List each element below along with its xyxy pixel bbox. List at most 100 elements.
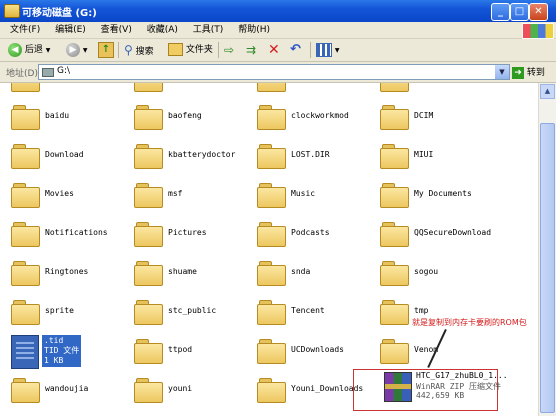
folder-icon [134,337,163,364]
folders-button[interactable]: 文件夹 [168,42,213,58]
file-type: TID 文件 [44,346,80,355]
address-input[interactable]: G:\ ▼ [38,64,510,80]
forward-button[interactable]: ▶ ▼ [66,42,88,58]
folder-icon [380,83,409,92]
folder-icon [257,83,286,92]
list-item[interactable] [134,83,258,97]
list-item[interactable]: LOST.DIR [257,142,381,174]
undo-icon[interactable]: ↶ [290,42,301,58]
go-button[interactable]: ➜ 转到 [512,65,545,79]
back-arrow-icon: ◀ [8,42,22,57]
list-item[interactable]: ttpod [134,337,258,369]
menu-view[interactable]: 查看(V) [101,22,132,38]
menu-help[interactable]: 帮助(H) [238,22,270,38]
move-to-icon[interactable]: ⇨ [224,42,234,58]
folder-icon [134,142,163,169]
folder-icon [134,181,163,208]
menu-tools[interactable]: 工具(T) [193,22,224,38]
go-arrow-icon: ➜ [512,66,524,79]
list-item[interactable]: kbatterydoctor [134,142,258,174]
list-item[interactable]: baofeng [134,103,258,135]
folder-up-icon: ↑ [98,42,114,58]
list-item[interactable]: youni [134,376,258,408]
list-item[interactable]: Notifications [11,220,135,252]
list-item[interactable] [11,83,135,97]
list-item[interactable]: UCDownloads [257,337,381,369]
list-item[interactable]: snda [257,259,381,291]
back-button[interactable]: ◀ 后退 ▼ [8,42,50,58]
list-item[interactable]: Pictures [134,220,258,252]
list-item[interactable]: wandoujia [11,376,135,408]
scroll-thumb[interactable] [540,123,555,413]
selected-file-details: .tid TID 文件 1 KB [42,335,82,367]
winrar-archive-icon [384,372,412,402]
folder-icon [134,259,163,286]
folder-icon [11,376,40,403]
maximize-button[interactable]: □ [510,3,529,21]
list-item[interactable]: Ringtones [11,259,135,291]
selected-file[interactable]: .tid TID 文件 1 KB [11,335,111,369]
list-item[interactable]: shuame [134,259,258,291]
rar-file[interactable]: HTC_G17_zhuBL0_1... WinRAR ZIP 压缩文件 442,… [380,368,520,404]
views-button[interactable]: ▼ [316,42,340,58]
folder-icon [257,298,286,325]
annotation-text: 就是复制到内存卡要刷的ROM包 [412,318,527,327]
toolbar: ◀ 后退 ▼ ▶ ▼ ↑ ⚲ 搜索 文件夹 ⇨ ⇉ ✕ ↶ ▼ [0,39,556,62]
folder-icon [11,103,40,130]
list-item[interactable]: baidu [11,103,135,135]
list-item[interactable]: clockworkmod [257,103,381,135]
list-item[interactable]: Music [257,181,381,213]
menu-favorites[interactable]: 收藏(A) [147,22,178,38]
search-icon: ⚲ [124,43,133,57]
list-item[interactable] [257,83,381,97]
folder-icon [380,103,409,130]
list-item[interactable]: My Documents [380,181,504,213]
list-item[interactable]: stc_public [134,298,258,330]
chevron-down-icon: ▼ [82,47,88,54]
list-item[interactable]: Movies [11,181,135,213]
windows-logo-icon [522,23,554,39]
list-item[interactable] [380,83,504,97]
search-button[interactable]: ⚲ 搜索 [124,42,154,58]
scroll-up-icon[interactable]: ▲ [540,84,555,99]
folder-icon [380,142,409,169]
toolbar-separator [218,42,219,58]
close-button[interactable]: ✕ [529,3,548,21]
file-name: .tid [44,336,64,345]
list-item[interactable]: Tencent [257,298,381,330]
menu-bar: 文件(F) 编辑(E) 查看(V) 收藏(A) 工具(T) 帮助(H) [0,22,556,39]
list-item[interactable]: msf [134,181,258,213]
copy-to-icon[interactable]: ⇉ [246,42,256,58]
list-item[interactable]: DCIM [380,103,504,135]
folder-icon [380,259,409,286]
folder-icon [380,298,409,325]
folder-icon [134,83,163,92]
search-label: 搜索 [135,47,154,57]
list-item[interactable]: Podcasts [257,220,381,252]
folder-icon [257,142,286,169]
address-bar: 地址(D) G:\ ▼ ➜ 转到 [0,62,556,83]
file-list: baidu baofeng clockworkmod DCIM Download… [0,83,538,416]
menu-file[interactable]: 文件(F) [10,22,40,38]
title-bar: 可移动磁盘 (G:) _ □ ✕ [0,0,556,22]
menu-edit[interactable]: 编辑(E) [55,22,86,38]
folder-icon [257,337,286,364]
delete-icon[interactable]: ✕ [268,42,280,58]
folders-icon [168,43,183,56]
list-item[interactable]: sprite [11,298,135,330]
up-button[interactable]: ↑ [98,42,114,58]
window-title: 可移动磁盘 (G:) [22,8,97,19]
back-label: 后退 [24,45,43,55]
list-item[interactable]: Download [11,142,135,174]
toolbar-separator [118,42,119,58]
chevron-down-icon[interactable]: ▼ [495,65,509,79]
list-item[interactable]: sogou [380,259,504,291]
minimize-button[interactable]: _ [491,3,510,21]
list-item[interactable]: Venom [380,337,504,369]
list-item[interactable]: MIUI [380,142,504,174]
folder-icon [11,298,40,325]
list-item[interactable]: QQSecureDownload [380,220,504,252]
document-icon [11,335,39,369]
vertical-scrollbar[interactable]: ▲ [538,83,556,416]
rar-file-name: HTC_G17_zhuBL0_1... [416,371,508,380]
